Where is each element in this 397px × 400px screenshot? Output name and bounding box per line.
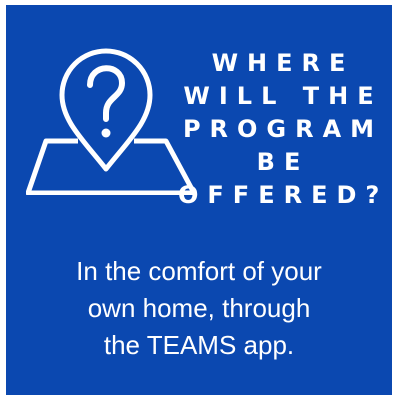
heading-line: PROGRAM [182,115,384,143]
heading-line: BE [256,148,310,176]
heading-line: WILL THE [183,82,383,110]
question-heading: WHERE WILL THE PROGRAM BE OFFERED? [178,47,388,212]
answer-line: In the comfort of your [76,256,322,286]
location-question-pin-icon [26,48,196,195]
answer-line: the TEAMS app. [103,330,295,360]
answer-line: own home, through [87,293,311,323]
blue-panel: WHERE WILL THE PROGRAM BE OFFERED? In th… [6,5,392,395]
graphic-frame: WHERE WILL THE PROGRAM BE OFFERED? In th… [0,0,397,400]
heading-line: OFFERED? [178,181,389,209]
answer-text: In the comfort of your own home, through… [16,253,382,364]
heading-line: WHERE [211,49,355,77]
